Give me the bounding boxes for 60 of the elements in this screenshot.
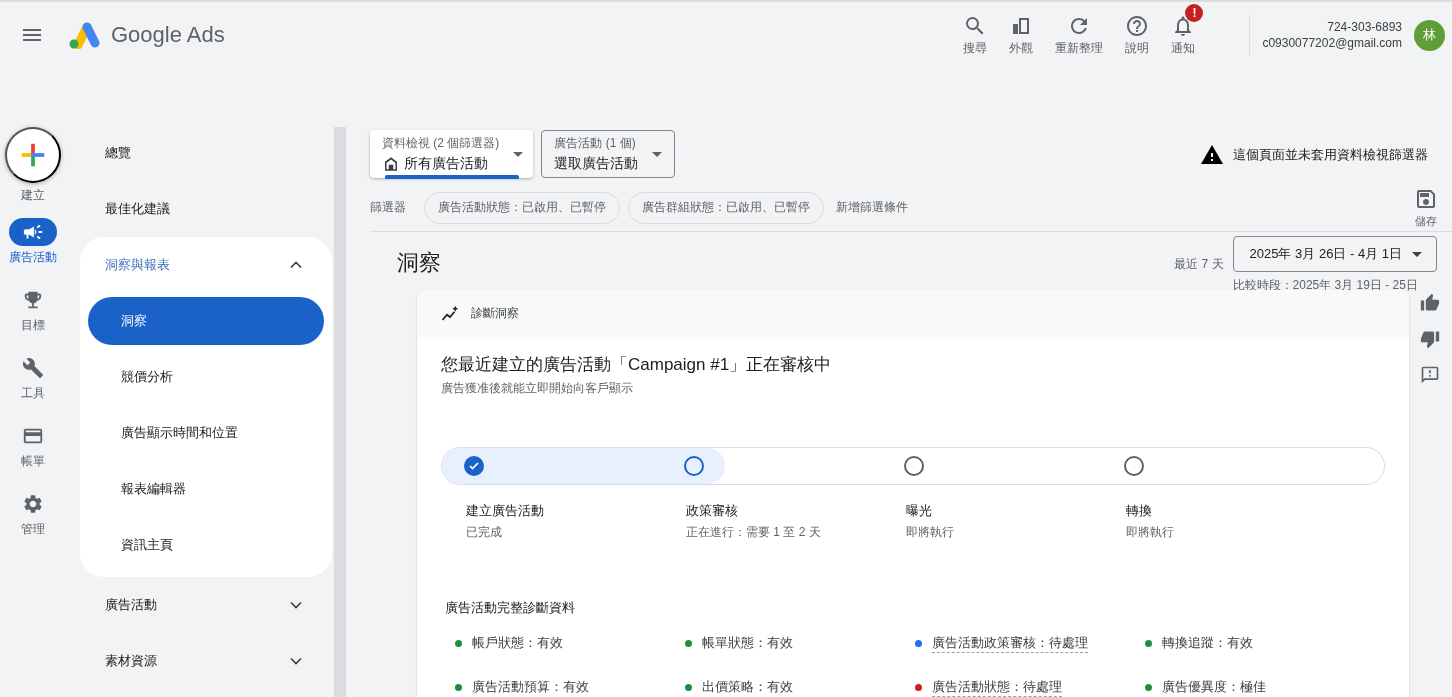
toolbar-button[interactable]: 重新整理 [1047,3,1112,57]
compare-period: 比較時段：2025年 3月 19日 - 25日 [1232,277,1418,294]
step-label: 政策審核 [686,502,739,520]
toolbar-button[interactable]: 說明 [1117,3,1158,57]
step-status: 即將執行 [1126,524,1175,541]
save-button[interactable]: 儲存 [1414,186,1438,229]
rail-item[interactable]: 目標 [9,286,57,346]
date-range-picker[interactable]: 2025年 3月 26日 - 4月 1日 [1232,236,1437,272]
warning-text: 這個頁面並未套用資料檢視篩選器 [1233,146,1428,164]
step-status: 正在進行：需要 1 至 2 天 [686,524,822,541]
toolbar-button[interactable]: 外觀 [1001,3,1042,57]
product-name: Google Ads [111,22,225,48]
diagnostic-text: 帳戶狀態：有效 [472,634,563,652]
account-phone: 724-303-6893 [1327,19,1402,35]
step-label: 轉換 [1126,502,1153,520]
diagnostic-link[interactable]: 廣告活動狀態：待處理 [932,677,1062,697]
step-label: 曝光 [906,502,933,520]
add-filter-button[interactable]: 新增篩選條件 [832,199,912,216]
diagnostic-text: 轉換追蹤：有效 [1162,634,1253,652]
selector-value: 所有廣告活動 [404,155,488,173]
avatar[interactable]: 林 [1414,19,1445,51]
rail-item[interactable]: 廣告活動 [9,218,57,278]
card-title: 您最近建立的廣告活動「Campaign #1」正在審核中 [441,354,833,376]
dropdown-selector[interactable]: 廣告活動 (1 個) 選取廣告活動 [541,130,676,178]
step-status: 已完成 [466,524,503,541]
nav-item[interactable]: 最佳化建議 [80,181,332,237]
diagnostic-link[interactable]: 廣告活動政策審核：待處理 [932,633,1088,653]
card-header: 診斷洞察 [471,305,519,322]
rail-item[interactable]: 管理 [9,490,57,550]
create-label: 建立 [21,187,45,204]
rail-item[interactable]: 工具 [9,354,57,414]
nav-item[interactable]: 資訊主頁 [88,521,324,569]
diagnostics-title: 廣告活動完整診斷資料 [445,599,576,617]
step-label: 建立廣告活動 [466,502,545,520]
nav-item[interactable]: 競價分析 [88,353,324,401]
diagnostic-text: 出價策略：有效 [702,678,793,696]
notification-badge: ! [1185,3,1204,22]
step-status: 即將執行 [906,524,955,541]
nav-item[interactable]: 廣告顯示時間和位置 [88,409,324,457]
selector-value: 選取廣告活動 [554,155,639,173]
nav-group[interactable]: 素材資源 [80,633,332,689]
nav-group[interactable]: 洞察與報表 [80,237,332,293]
card-subtitle: 廣告獲准後就能立即開始向客戶顯示 [441,380,634,397]
nav-item[interactable]: 總覽 [80,125,332,181]
diagnostic-text: 廣告活動預算：有效 [472,678,589,696]
diagnostic-text: 廣告優異度：極佳 [1162,678,1266,696]
diagnostic-text: 帳單狀態：有效 [702,634,793,652]
toolbar-button[interactable]: 搜尋 [955,3,996,57]
account-email: c0930077202@gmail.com [1262,35,1402,51]
nav-item[interactable]: 報表編輯器 [88,465,324,513]
toolbar-button[interactable]: ! 通知 [1163,3,1204,57]
filters-label: 篩選器 [370,199,406,216]
nav-item[interactable]: 洞察 [88,297,324,345]
selector-caption: 資料檢視 (2 個篩選器) [382,135,500,152]
dropdown-selector[interactable]: 資料檢視 (2 個篩選器) 所有廣告活動 [370,130,534,178]
rail-item[interactable]: 帳單 [9,422,57,482]
nav-group[interactable]: 廣告活動 [80,577,332,633]
range-label: 最近 7 天 [1174,256,1224,273]
page-title: 洞察 [397,249,441,277]
selector-caption: 廣告活動 (1 個) [554,135,637,152]
